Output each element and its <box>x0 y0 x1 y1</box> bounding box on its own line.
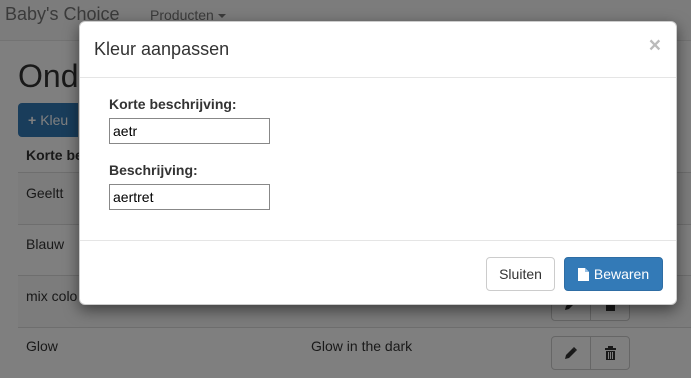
short-description-label: Korte beschrijving: <box>109 96 237 112</box>
save-button-label: Bewaren <box>593 266 650 282</box>
save-button[interactable]: Bewaren <box>564 257 663 291</box>
description-input[interactable] <box>109 184 270 210</box>
modal-footer-divider <box>80 240 676 241</box>
close-button[interactable]: Sluiten <box>486 257 555 291</box>
edit-color-modal: Kleur aanpassen × Korte beschrijving: Be… <box>79 21 677 305</box>
short-description-input[interactable] <box>109 118 270 144</box>
modal-title: Kleur aanpassen <box>94 39 230 59</box>
close-icon[interactable]: × <box>649 35 661 56</box>
description-label: Beschrijving: <box>109 162 198 178</box>
file-icon <box>577 267 589 281</box>
modal-header: Kleur aanpassen × <box>80 22 676 78</box>
